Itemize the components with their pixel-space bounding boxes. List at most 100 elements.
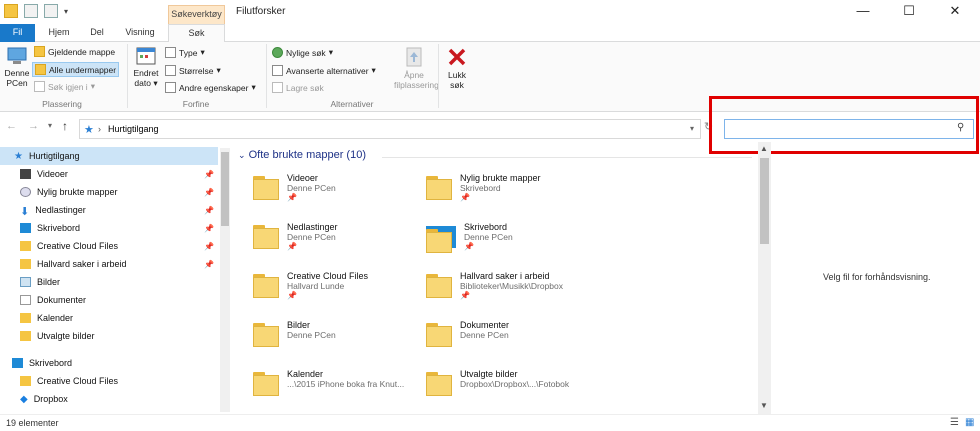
pin-icon[interactable]: 📌: [204, 260, 214, 269]
up-arrow-icon[interactable]: ↑: [62, 119, 68, 133]
recent-searches-button[interactable]: Nylige søk ▾: [272, 47, 333, 58]
nav-item-label: Creative Cloud Files: [37, 241, 119, 251]
large-icons-view-icon[interactable]: ▦: [965, 417, 974, 428]
new-folder-icon[interactable]: [44, 4, 58, 18]
maximize-button[interactable]: ☐: [886, 0, 932, 24]
details-view-icon[interactable]: ☰: [950, 417, 959, 428]
nav-item-dropbox[interactable]: ◆ Dropbox: [0, 390, 218, 408]
save-search-button[interactable]: Lagre søk: [272, 82, 324, 93]
tab-visning[interactable]: Visning: [118, 24, 162, 42]
close-search-label-2: søk: [450, 80, 464, 90]
pin-icon: 📌: [287, 193, 297, 202]
window-title: Filutforsker: [236, 6, 286, 17]
address-bar[interactable]: ★ › Hurtigtilgang ▾: [79, 119, 701, 139]
open-file-location-button[interactable]: Åpne filplassering: [394, 46, 439, 90]
search-again-button[interactable]: Søk igjen i ▾: [34, 81, 95, 92]
scroll-up-icon[interactable]: ▲: [760, 144, 768, 153]
close-search-button[interactable]: Lukk søk: [442, 46, 472, 90]
tile-name: Skrivebord: [464, 222, 508, 232]
star-icon: ★: [14, 151, 23, 162]
folder-icon: [20, 313, 31, 323]
nav-item-desktop-root[interactable]: Skrivebord: [0, 354, 218, 372]
computer-icon: [7, 47, 27, 64]
tile-videos[interactable]: Videoer Denne PCen 📌: [253, 173, 428, 202]
breadcrumb[interactable]: Hurtigtilgang: [108, 124, 159, 134]
pin-icon[interactable]: 📌: [204, 188, 214, 197]
tab-sok[interactable]: Søk: [168, 24, 225, 43]
scroll-down-icon[interactable]: ▼: [760, 401, 768, 410]
chevron-down-icon: ▾: [90, 81, 95, 91]
nav-item-selected-pictures[interactable]: Utvalgte bilder: [0, 327, 218, 345]
quick-access-toolbar: ▾: [4, 4, 68, 18]
address-dropdown-icon[interactable]: ▾: [690, 124, 694, 133]
nav-item-videos[interactable]: Videoer 📌: [0, 165, 218, 183]
type-button[interactable]: Type ▾: [165, 47, 205, 58]
tile-documents[interactable]: Dokumenter Denne PCen: [426, 320, 601, 347]
minimize-button[interactable]: —: [840, 0, 886, 24]
nav-item-calendar[interactable]: Kalender: [0, 309, 218, 327]
recent-folders-icon: [20, 187, 31, 197]
nav-item-downloads[interactable]: ⬇ Nedlastinger 📌: [0, 201, 218, 219]
tab-hjem[interactable]: Hjem: [42, 24, 76, 42]
tab-del[interactable]: Del: [80, 24, 114, 42]
nav-item-label: Hallvard saker i arbeid: [37, 259, 127, 269]
nav-item-label: Hurtigtilgang: [28, 151, 80, 161]
tile-downloads[interactable]: Nedlastinger Denne PCen 📌: [253, 222, 428, 251]
size-icon: [165, 65, 176, 76]
pin-icon[interactable]: 📌: [204, 206, 214, 215]
chevron-down-icon: ▾: [328, 47, 333, 57]
content-scrollbar[interactable]: ▲ ▼: [758, 142, 771, 414]
recent-locations-icon[interactable]: ▾: [48, 121, 52, 130]
pin-icon[interactable]: 📌: [204, 242, 214, 251]
nav-item-desktop[interactable]: Skrivebord 📌: [0, 219, 218, 237]
all-subfolders-button[interactable]: Alle undermapper: [32, 62, 120, 77]
chevron-down-icon: ⌄: [238, 150, 246, 160]
nav-item-quick-access[interactable]: ★ Hurtigtilgang: [0, 147, 218, 165]
nav-scrollbar[interactable]: [220, 148, 230, 412]
nav-item-hallvard[interactable]: Hallvard saker i arbeid 📌: [0, 255, 218, 273]
pictures-folder-icon: [253, 320, 279, 347]
group-header[interactable]: ⌄ Ofte brukte mapper (10): [238, 149, 366, 161]
content-scrollbar-thumb[interactable]: [760, 158, 769, 244]
size-button[interactable]: Størrelse ▾: [165, 65, 221, 76]
folder-icon: [20, 259, 31, 269]
calendar-icon: [136, 47, 156, 65]
tile-location: Denne PCen: [287, 330, 336, 340]
customize-qat-icon[interactable]: ▾: [64, 7, 68, 16]
advanced-options-button[interactable]: Avanserte alternativer ▾: [272, 65, 376, 76]
nav-item-creative-cloud[interactable]: Creative Cloud Files 📌: [0, 237, 218, 255]
date-modified-button[interactable]: Endret dato ▾: [131, 46, 161, 88]
tile-hallvard[interactable]: Hallvard saker i arbeid Biblioteker\Musi…: [426, 271, 601, 300]
pin-icon[interactable]: 📌: [204, 170, 214, 179]
this-pc-button[interactable]: Denne PCen: [2, 46, 32, 88]
this-pc-label-2: PCen: [6, 78, 28, 88]
current-folder-button[interactable]: Gjeldende mappe: [34, 46, 115, 57]
properties-icon[interactable]: [24, 4, 38, 18]
tile-pictures[interactable]: Bilder Denne PCen: [253, 320, 428, 347]
pin-icon[interactable]: 📌: [204, 224, 214, 233]
nav-scrollbar-thumb[interactable]: [221, 152, 229, 226]
tile-creative-cloud[interactable]: Creative Cloud Files Hallvard Lunde 📌: [253, 271, 428, 300]
tile-desktop[interactable]: Skrivebord Denne PCen 📌: [426, 222, 601, 253]
tile-location: Biblioteker\Musikk\Dropbox: [460, 281, 563, 291]
close-button[interactable]: ✕: [932, 0, 978, 24]
nav-item-creative-cloud-2[interactable]: Creative Cloud Files: [0, 372, 218, 390]
nav-item-label: Creative Cloud Files: [37, 376, 119, 386]
tile-selected-pictures[interactable]: Utvalgte bilder Dropbox\Dropbox\...\Foto…: [426, 369, 601, 396]
nav-item-recent-folders[interactable]: Nylig brukte mapper 📌: [0, 183, 218, 201]
other-properties-button[interactable]: Andre egenskaper ▾: [165, 82, 256, 93]
preview-message: Velg fil for forhåndsvisning.: [823, 272, 931, 282]
back-arrow-icon[interactable]: ←: [6, 120, 17, 132]
tab-fil[interactable]: Fil: [0, 24, 35, 42]
date-modified-label-2: dato: [134, 78, 151, 88]
nav-item-pictures[interactable]: Bilder: [0, 273, 218, 291]
tile-recent-folders[interactable]: Nylig brukte mapper Skrivebord 📌: [426, 173, 601, 202]
star-icon: ★: [84, 124, 94, 136]
tile-calendar[interactable]: Kalender ...\2015 iPhone boka fra Knut..…: [253, 369, 428, 396]
downloads-folder-icon: [253, 222, 279, 249]
nav-item-documents[interactable]: Dokumenter: [0, 291, 218, 309]
navigation-pane: ★ Hurtigtilgang Videoer 📌 Nylig brukte m…: [0, 145, 232, 415]
forward-arrow-icon[interactable]: →: [28, 120, 39, 132]
pin-icon: 📌: [287, 291, 297, 300]
tile-name: Dokumenter: [460, 320, 510, 330]
